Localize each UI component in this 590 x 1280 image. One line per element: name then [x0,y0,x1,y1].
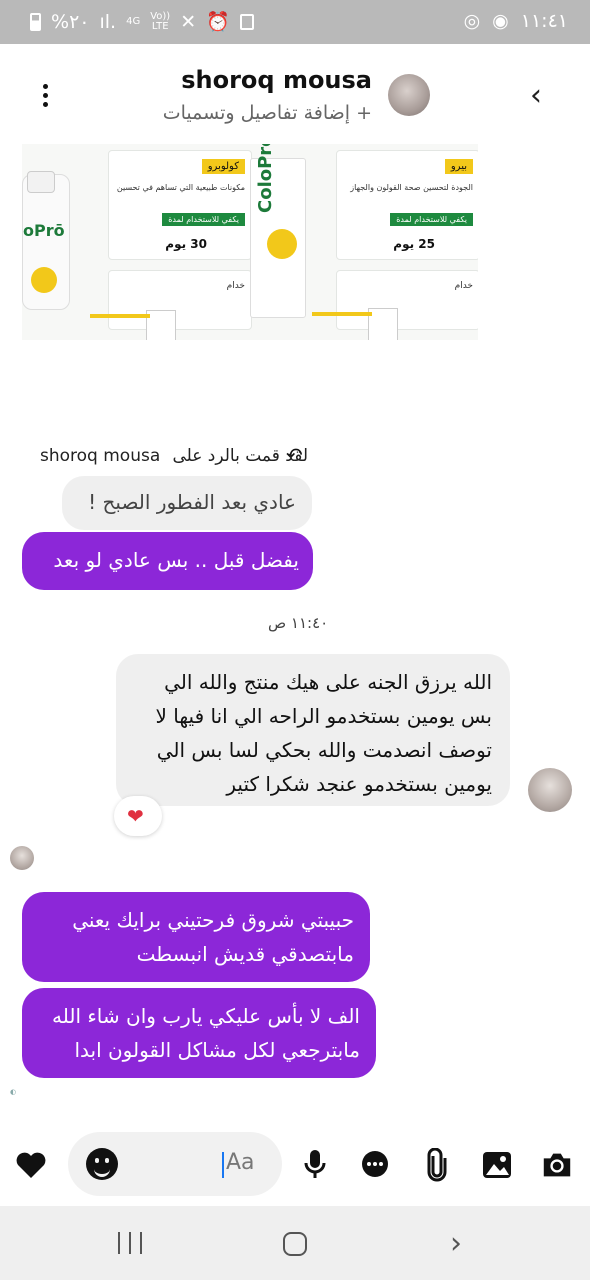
card-days: 25 يوم [393,237,435,251]
reply-label: لقد قمت بالرد على [172,446,308,466]
add-details-link[interactable]: + إضافة تفاصيل وتسميات [163,102,372,124]
message-line: مابتصدقي قديش انبسطت [136,942,354,966]
chevron-left-icon[interactable]: ‹ [530,81,556,111]
sim-icon [239,13,254,30]
volte-indicator: Vo)) LTE [150,10,171,32]
card-usage-title: خدام [454,281,473,291]
card-text: مكونات طبيعية التي تساهم في تحسين [116,183,245,192]
recent-apps-icon[interactable] [118,1232,142,1254]
product-card-info: كولوبرو مكونات طبيعية التي تساهم في تحسي… [108,150,252,260]
quoted-text: عادي بعد الفطور الصبح ! [88,490,296,514]
nav-back-icon[interactable]: › [450,1226,462,1261]
microphone-icon[interactable] [298,1148,332,1182]
brand-tag: بيرو [444,159,473,174]
status-bar: %٢٠ ıl. 4G Vo)) LTE ✕ ⏰ ◎ ◉ ١١:٤١ [0,0,590,44]
outgoing-message[interactable]: يفضل قبل .. بس عادي لو بعد [22,532,313,590]
message-timestamp: ١١:٤٠ ص [268,614,329,632]
yellow-note [90,314,150,318]
emoji-icon[interactable] [86,1148,118,1180]
alarm-icon: ⏰ [206,11,230,33]
card-days: 30 يوم [165,237,207,251]
product-card-usage: خدام [108,270,252,330]
product-card-usage: خدام [336,270,478,330]
message-composer: Aa [0,1126,590,1206]
flower-icon [267,229,297,259]
reply-target-name: shoroq mousa [40,446,161,466]
read-receipt-avatar: ◐ [10,1088,17,1096]
status-right: ◎ ◉ ١١:٤١ [464,10,568,32]
message-line: حبيبتي شروق فرحتيني برايك يعني [72,908,354,932]
mini-product-bottle [368,308,398,340]
quoted-message[interactable]: عادي بعد الفطور الصبح ! [62,476,312,530]
text-caret [222,1152,224,1178]
brand-tag: كولوبرو [201,159,245,174]
system-nav-bar: › [0,1206,590,1280]
shared-product-image[interactable]: oPrō كولوبرو مكونات طبيعية التي تساهم في… [22,144,478,340]
contact-name[interactable]: shoroq mousa [181,66,372,94]
seen-avatar [10,846,34,870]
incoming-message[interactable]: الله يرزق الجنه على هيك منتج والله الي ب… [116,654,510,806]
message-line: توصف انصدمت والله بحكي لسا بس الي [156,738,492,762]
product-card-info: بيرو الجودة لتحسين صحة القولون والجهاز ي… [336,150,478,260]
attachment-icon[interactable] [420,1148,454,1182]
instagram-icon: ◎ [463,10,481,32]
sender-avatar[interactable] [528,768,572,812]
message-line: الله يرزق الجنه على هيك منتج والله الي [164,670,492,694]
battery-percent: %٢٠ [51,10,90,33]
chat-header: shoroq mousa + إضافة تفاصيل وتسميات ‹ [0,44,590,144]
input-placeholder: Aa [226,1150,255,1175]
network-indicator: 4G [126,15,141,27]
camera-icon[interactable] [540,1148,574,1182]
flower-icon [31,267,57,293]
card-text: الجودة لتحسين صحة القولون والجهاز [350,183,473,192]
more-vertical-icon[interactable] [38,84,52,112]
contact-avatar[interactable] [388,74,430,116]
heart-icon: ❤ [127,804,144,828]
status-left: %٢٠ ıl. 4G Vo)) LTE ✕ ⏰ [30,10,254,33]
signal-icon: ıl. [99,10,117,33]
message-input[interactable]: Aa [68,1132,282,1196]
product-box: ColoPro [250,144,306,318]
heart-icon[interactable] [14,1148,48,1182]
message-text: يفضل قبل .. بس عادي لو بعد [53,548,299,572]
mute-icon: ✕ [180,10,197,33]
message-line: يومين بستخدمو عنجد شكرا كتير [226,772,492,796]
product-bottle: oPrō [22,171,70,310]
chat-bubble-icon[interactable] [358,1148,392,1182]
mini-product-box [146,310,176,340]
card-green-label: يكفي للاستخدام لمدة [162,213,245,226]
message-line: بس يومين بستخدمو الراحه الي انا فيها لا [155,704,492,728]
outgoing-message[interactable]: الف لا بأس عليكي يارب وان شاء الله مابتر… [22,988,376,1078]
box-brand: ColoPro [255,144,276,213]
image-icon[interactable] [480,1148,514,1182]
battery-icon [30,12,41,31]
yellow-note [312,312,372,316]
outgoing-message[interactable]: حبيبتي شروق فرحتيني برايك يعني مابتصدقي … [22,892,370,982]
message-line: مابترجعي لكل مشاكل القولون ابدا [74,1038,360,1062]
message-line: الف لا بأس عليكي يارب وان شاء الله [52,1004,360,1028]
card-usage-title: خدام [226,281,245,291]
home-icon[interactable] [283,1232,307,1256]
heart-reaction[interactable]: ❤ [114,796,162,836]
bottle-label: oPrō [23,221,65,240]
clock: ١١:٤١ [520,10,568,32]
card-green-label: يكفي للاستخدام لمدة [390,213,473,226]
messenger-icon: ◉ [492,10,509,32]
